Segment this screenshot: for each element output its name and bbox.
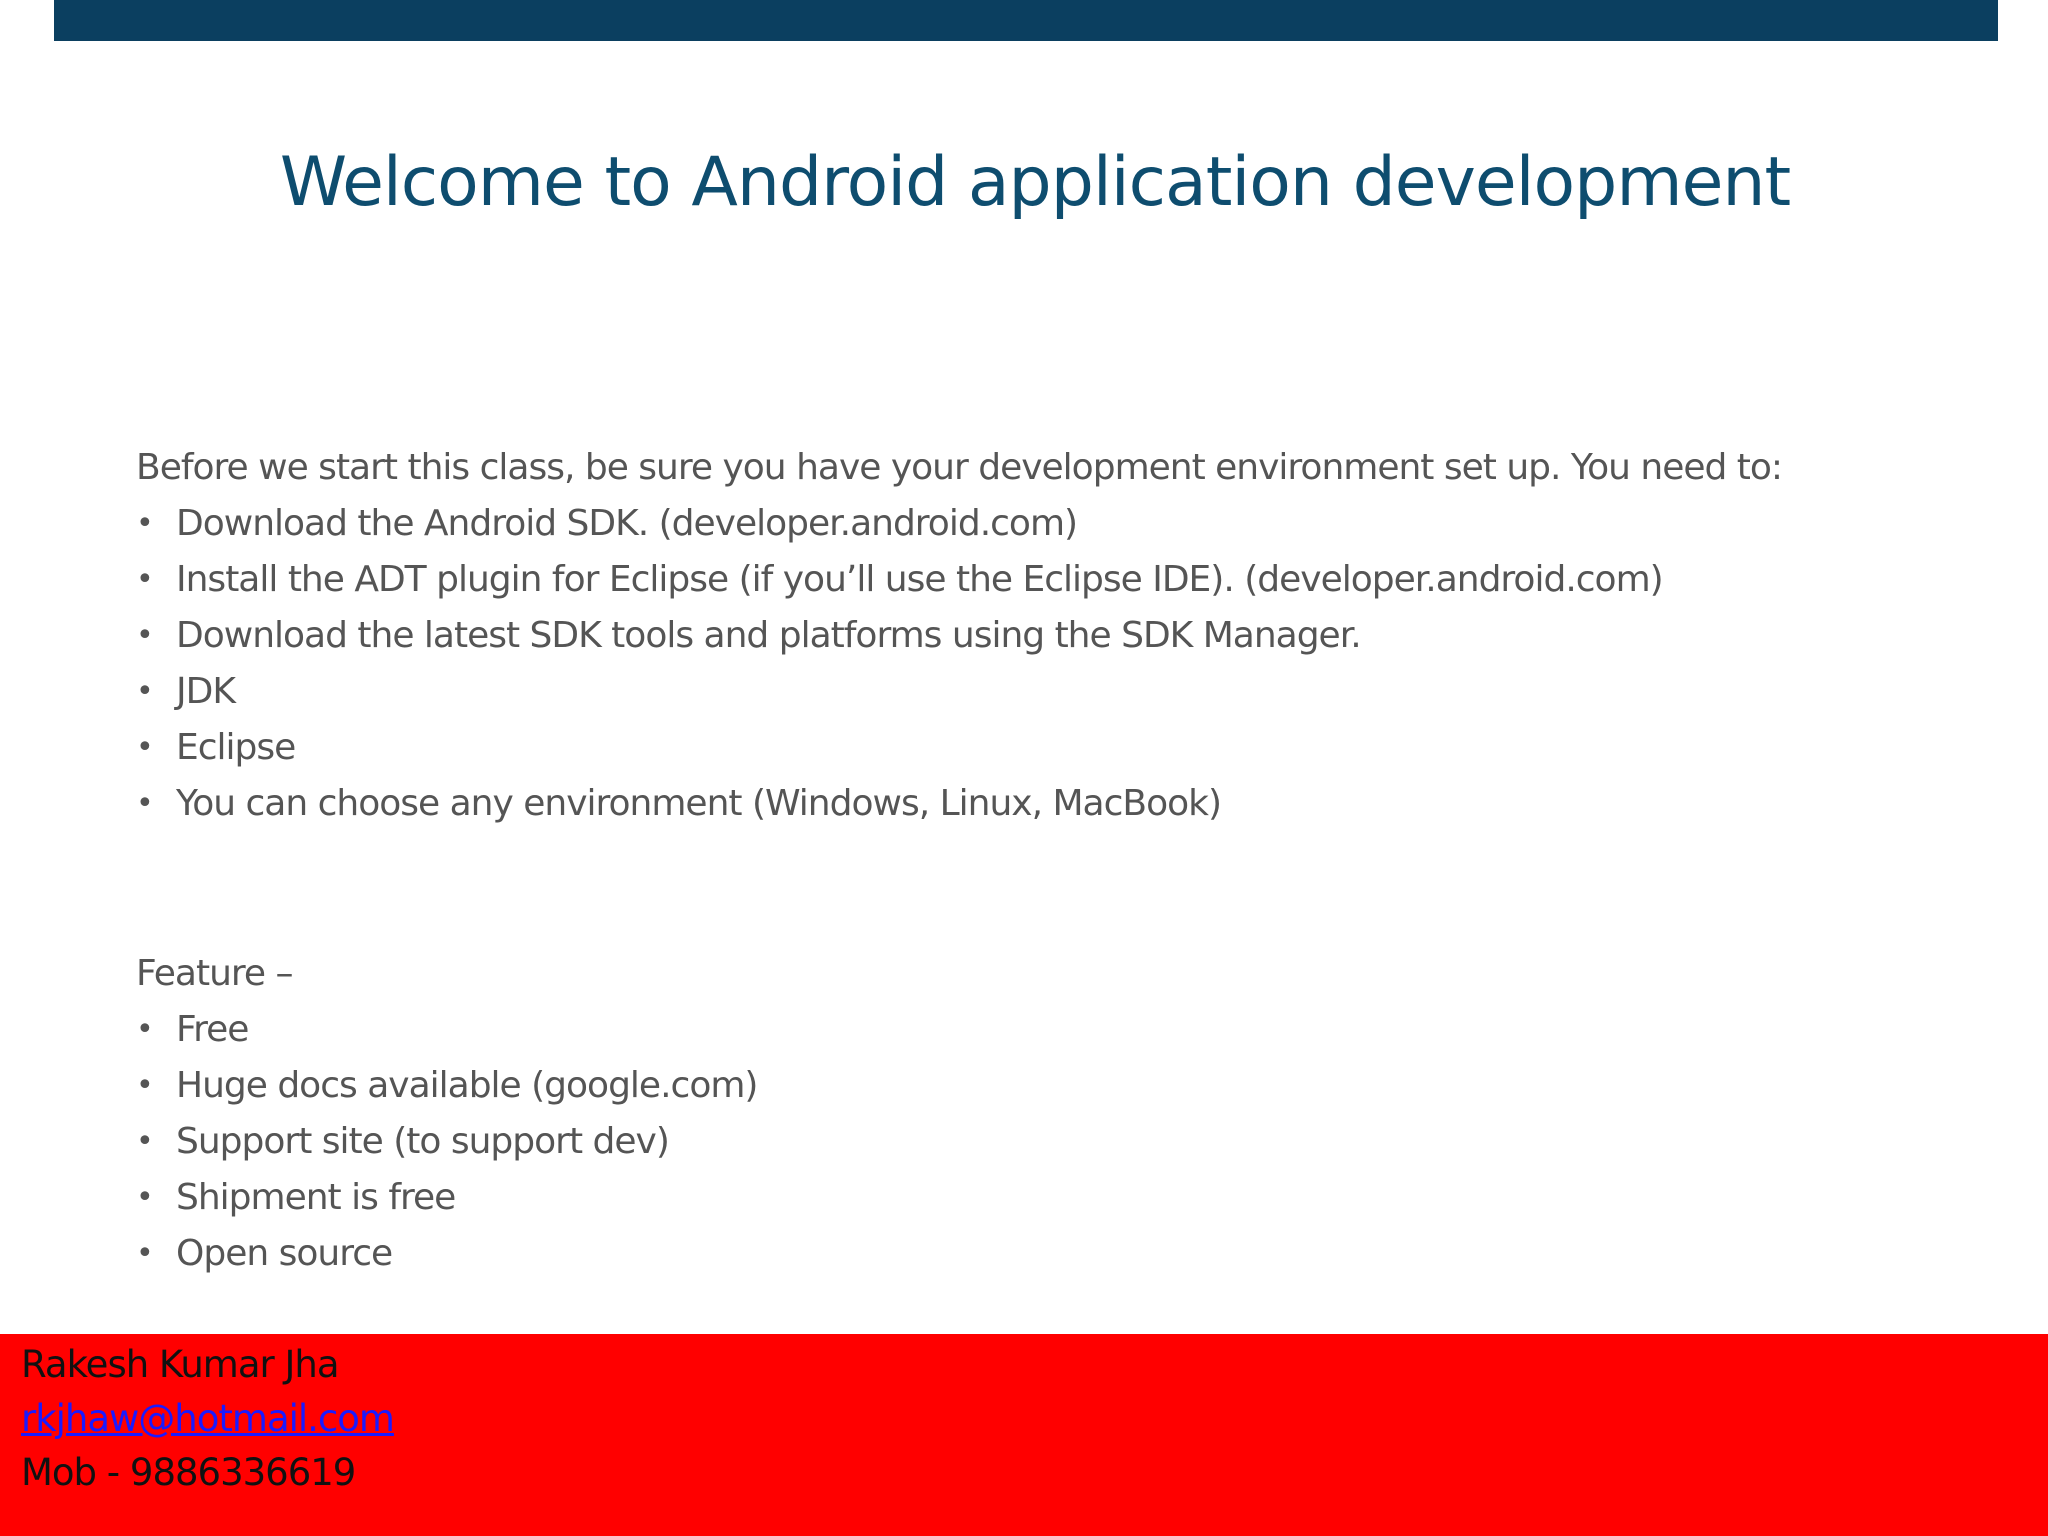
list-item: • Download the latest SDK tools and platf… [136, 608, 1996, 664]
list-item: • Open source [136, 1226, 1996, 1282]
setup-list: • Download the Android SDK. (developer.an… [136, 496, 1996, 832]
bullet-icon: • [136, 618, 154, 653]
list-item: • Huge docs available (google.com) [136, 1058, 1996, 1114]
list-item: • JDK [136, 664, 1996, 720]
author-name: Rakesh Kumar Jha [21, 1343, 340, 1386]
bullet-icon: • [136, 674, 154, 709]
list-item: • Eclipse [136, 720, 1996, 776]
feature-item-text: Shipment is free [176, 1177, 456, 1218]
bullet-icon: • [136, 1068, 154, 1103]
setup-item-text: Install the ADT plugin for Eclipse (if y… [176, 559, 1664, 600]
setup-item-text: You can choose any environment (Windows,… [176, 783, 1222, 824]
bullet-icon: • [136, 1236, 154, 1271]
feature-item-text: Support site (to support dev) [176, 1121, 670, 1162]
list-item: • Download the Android SDK. (developer.an… [136, 496, 1996, 552]
feature-list: • Free • Huge docs available (google.com) … [136, 1002, 1996, 1282]
setup-item-text: Download the Android SDK. (developer.and… [176, 503, 1078, 544]
list-item: • Shipment is free [136, 1170, 1996, 1226]
author-email-link[interactable]: rkjhaw@hotmail.com [21, 1392, 395, 1446]
slide-title: Welcome to Android application developme… [279, 143, 1791, 222]
bullet-icon: • [136, 730, 154, 765]
author-footer: Rakesh Kumar Jha rkjhaw@hotmail.com Mob … [0, 1334, 2048, 1536]
bullet-icon: • [136, 1012, 154, 1047]
list-item: • Install the ADT plugin for Eclipse (if … [136, 552, 1996, 608]
feature-item-text: Free [176, 1009, 249, 1050]
bullet-icon: • [136, 562, 154, 597]
bullet-icon: • [136, 1124, 154, 1159]
setup-item-text: Download the latest SDK tools and platfo… [176, 615, 1362, 656]
bullet-icon: • [136, 1180, 154, 1215]
bullet-icon: • [136, 786, 154, 821]
author-mobile: Mob - 9886336619 [21, 1451, 356, 1494]
slide-body: Before we start this class, be sure you … [136, 440, 1996, 1282]
setup-item-text: Eclipse [176, 727, 296, 768]
feature-item-text: Open source [176, 1233, 393, 1274]
top-accent-bar [54, 0, 1998, 41]
bullet-icon: • [136, 506, 154, 541]
intro-text: Before we start this class, be sure you … [136, 447, 1783, 488]
list-item: • Free [136, 1002, 1996, 1058]
feature-item-text: Huge docs available (google.com) [176, 1065, 758, 1106]
list-item: • You can choose any environment (Windows… [136, 776, 1996, 832]
setup-item-text: JDK [176, 671, 236, 712]
list-item: • Support site (to support dev) [136, 1114, 1996, 1170]
feature-heading: Feature – [136, 953, 293, 994]
